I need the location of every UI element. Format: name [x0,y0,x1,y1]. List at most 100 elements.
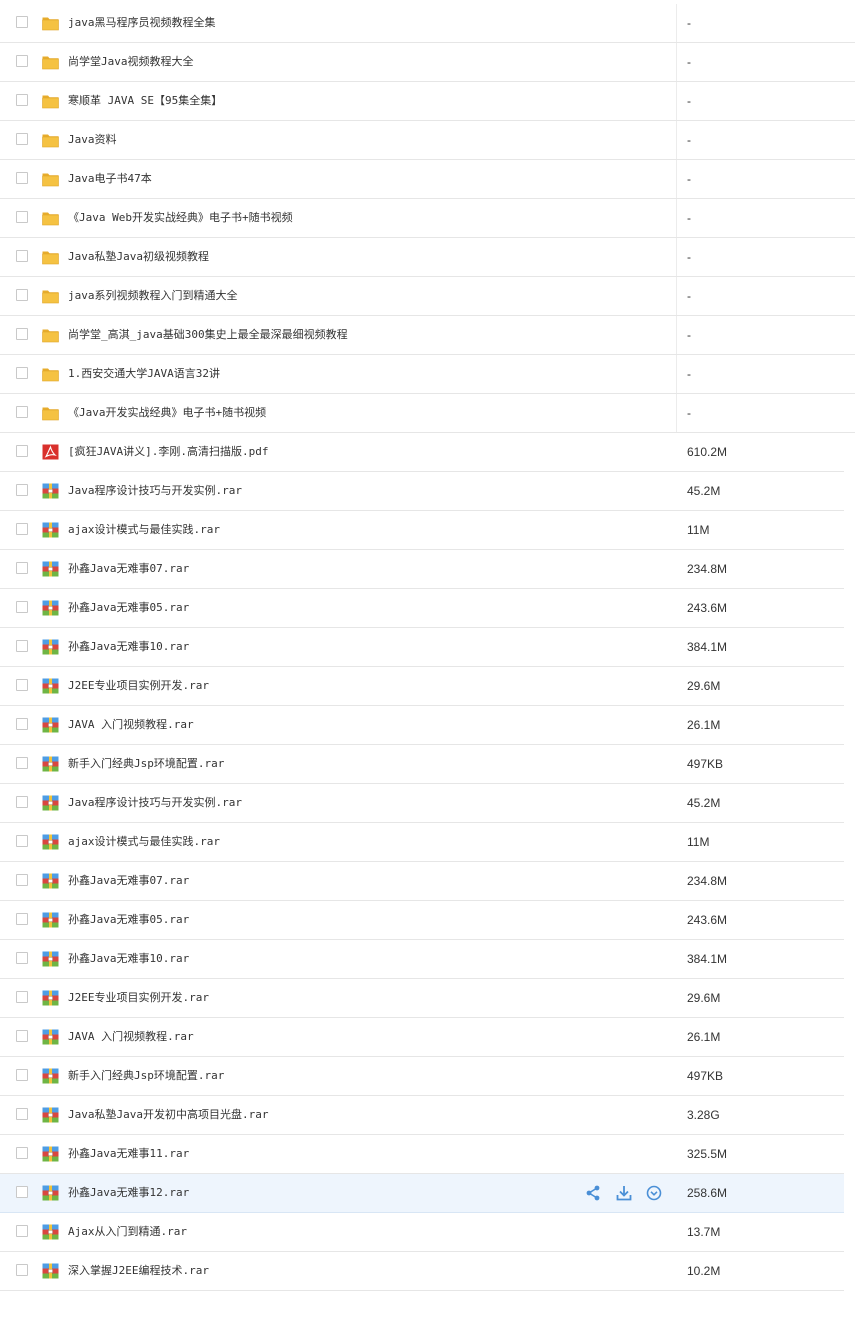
row-checkbox[interactable] [16,289,28,301]
file-row[interactable]: ajax设计模式与最佳实践.rar 11M [0,823,844,862]
row-checkbox[interactable] [16,250,28,262]
file-name[interactable]: Java私塾Java初级视频教程 [68,238,209,276]
file-row[interactable]: [疯狂JAVA讲义].李刚.高清扫描版.pdf 610.2M [0,433,844,472]
file-name[interactable]: 新手入门经典Jsp环境配置.rar [68,745,224,783]
file-name[interactable]: 新手入门经典Jsp环境配置.rar [68,1057,224,1095]
row-checkbox[interactable] [16,718,28,730]
file-name[interactable]: ajax设计模式与最佳实践.rar [68,823,220,861]
file-row[interactable]: J2EE专业项目实例开发.rar 29.6M [0,979,844,1018]
file-name[interactable]: ajax设计模式与最佳实践.rar [68,511,220,549]
file-row[interactable]: 孙鑫Java无难事05.rar 243.6M [0,901,844,940]
row-checkbox[interactable] [16,523,28,535]
row-checkbox[interactable] [16,406,28,418]
file-row[interactable]: Java程序设计技巧与开发实例.rar 45.2M [0,472,844,511]
file-name[interactable]: java黑马程序员视频教程全集 [68,4,216,42]
row-checkbox[interactable] [16,952,28,964]
file-row[interactable]: 深入掌握J2EE编程技术.rar 10.2M [0,1252,844,1291]
row-checkbox[interactable] [16,484,28,496]
more-icon[interactable] [645,1184,663,1202]
row-checkbox[interactable] [16,1108,28,1120]
file-row[interactable]: 孙鑫Java无难事10.rar 384.1M [0,940,844,979]
row-checkbox[interactable] [16,679,28,691]
file-row[interactable]: 孙鑫Java无难事10.rar 384.1M [0,628,844,667]
file-name[interactable]: 1.西安交通大学JAVA语言32讲 [68,355,220,393]
row-checkbox[interactable] [16,1186,28,1198]
row-checkbox[interactable] [16,796,28,808]
row-checkbox[interactable] [16,55,28,67]
file-name[interactable]: Java电子书47本 [68,160,152,198]
file-name[interactable]: 孙鑫Java无难事10.rar [68,628,189,666]
row-checkbox[interactable] [16,835,28,847]
file-name[interactable]: 《Java开发实战经典》电子书+随书视频 [68,394,266,432]
row-checkbox[interactable] [16,1147,28,1159]
file-name[interactable]: Java程序设计技巧与开发实例.rar [68,472,242,510]
file-row[interactable]: 孙鑫Java无难事07.rar 234.8M [0,550,844,589]
file-row[interactable]: 孙鑫Java无难事07.rar 234.8M [0,862,844,901]
file-name[interactable]: 孙鑫Java无难事12.rar [68,1174,189,1212]
row-checkbox[interactable] [16,94,28,106]
row-checkbox[interactable] [16,445,28,457]
file-name[interactable]: java系列视频教程入门到精通大全 [68,277,238,315]
row-checkbox[interactable] [16,1264,28,1276]
file-row[interactable]: Ajax从入门到精通.rar 13.7M [0,1213,844,1252]
file-name[interactable]: 孙鑫Java无难事10.rar [68,940,189,978]
file-name[interactable]: 深入掌握J2EE编程技术.rar [68,1252,209,1290]
row-checkbox[interactable] [16,133,28,145]
file-row[interactable]: 孙鑫Java无难事11.rar 325.5M [0,1135,844,1174]
share-icon[interactable] [584,1184,602,1202]
file-name[interactable]: 孙鑫Java无难事05.rar [68,589,189,627]
row-checkbox[interactable] [16,601,28,613]
file-row[interactable]: Java电子书47本 - [0,160,855,199]
file-row[interactable]: java黑马程序员视频教程全集 - [0,4,855,43]
file-name[interactable]: Ajax从入门到精通.rar [68,1213,187,1251]
row-checkbox[interactable] [16,367,28,379]
file-name[interactable]: Java程序设计技巧与开发实例.rar [68,784,242,822]
file-row[interactable]: JAVA 入门视频教程.rar 26.1M [0,706,844,745]
row-checkbox[interactable] [16,1030,28,1042]
row-checkbox[interactable] [16,874,28,886]
file-name[interactable]: 尚学堂_高淇_java基础300集史上最全最深最细视频教程 [68,316,348,354]
file-name[interactable]: 孙鑫Java无难事07.rar [68,862,189,900]
file-row[interactable]: JAVA 入门视频教程.rar 26.1M [0,1018,844,1057]
file-name[interactable]: 孙鑫Java无难事11.rar [68,1135,189,1173]
file-row[interactable]: 尚学堂_高淇_java基础300集史上最全最深最细视频教程 - [0,316,855,355]
file-row[interactable]: 新手入门经典Jsp环境配置.rar 497KB [0,745,844,784]
file-row[interactable]: 寒顺革 JAVA SE【95集全集】 - [0,82,855,121]
file-row[interactable]: 孙鑫Java无难事12.rar 258.6M [0,1174,844,1213]
file-row[interactable]: Java程序设计技巧与开发实例.rar 45.2M [0,784,844,823]
file-name[interactable]: 《Java Web开发实战经典》电子书+随书视频 [68,199,293,237]
download-icon[interactable] [615,1184,633,1202]
file-name[interactable]: 尚学堂Java视频教程大全 [68,43,194,81]
file-row[interactable]: 《Java开发实战经典》电子书+随书视频 - [0,394,855,433]
file-name[interactable]: 孙鑫Java无难事07.rar [68,550,189,588]
file-row[interactable]: 1.西安交通大学JAVA语言32讲 - [0,355,855,394]
row-checkbox[interactable] [16,913,28,925]
row-checkbox[interactable] [16,640,28,652]
row-checkbox[interactable] [16,562,28,574]
row-checkbox[interactable] [16,1069,28,1081]
row-checkbox[interactable] [16,328,28,340]
file-name[interactable]: J2EE专业项目实例开发.rar [68,979,209,1017]
row-checkbox[interactable] [16,172,28,184]
row-checkbox[interactable] [16,991,28,1003]
file-name[interactable]: J2EE专业项目实例开发.rar [68,667,209,705]
file-row[interactable]: 新手入门经典Jsp环境配置.rar 497KB [0,1057,844,1096]
file-row[interactable]: Java私塾Java开发初中高项目光盘.rar 3.28G [0,1096,844,1135]
file-row[interactable]: 《Java Web开发实战经典》电子书+随书视频 - [0,199,855,238]
file-name[interactable]: JAVA 入门视频教程.rar [68,1018,194,1056]
row-checkbox[interactable] [16,757,28,769]
file-name[interactable]: 寒顺革 JAVA SE【95集全集】 [68,82,222,120]
file-name[interactable]: 孙鑫Java无难事05.rar [68,901,189,939]
row-checkbox[interactable] [16,1225,28,1237]
file-name[interactable]: JAVA 入门视频教程.rar [68,706,194,744]
file-row[interactable]: 尚学堂Java视频教程大全 - [0,43,855,82]
file-name[interactable]: [疯狂JAVA讲义].李刚.高清扫描版.pdf [68,433,268,471]
file-row[interactable]: Java资料 - [0,121,855,160]
file-name[interactable]: Java资料 [68,121,117,159]
file-row[interactable]: J2EE专业项目实例开发.rar 29.6M [0,667,844,706]
file-name[interactable]: Java私塾Java开发初中高项目光盘.rar [68,1096,268,1134]
row-checkbox[interactable] [16,211,28,223]
file-row[interactable]: java系列视频教程入门到精通大全 - [0,277,855,316]
file-row[interactable]: ajax设计模式与最佳实践.rar 11M [0,511,844,550]
file-row[interactable]: Java私塾Java初级视频教程 - [0,238,855,277]
